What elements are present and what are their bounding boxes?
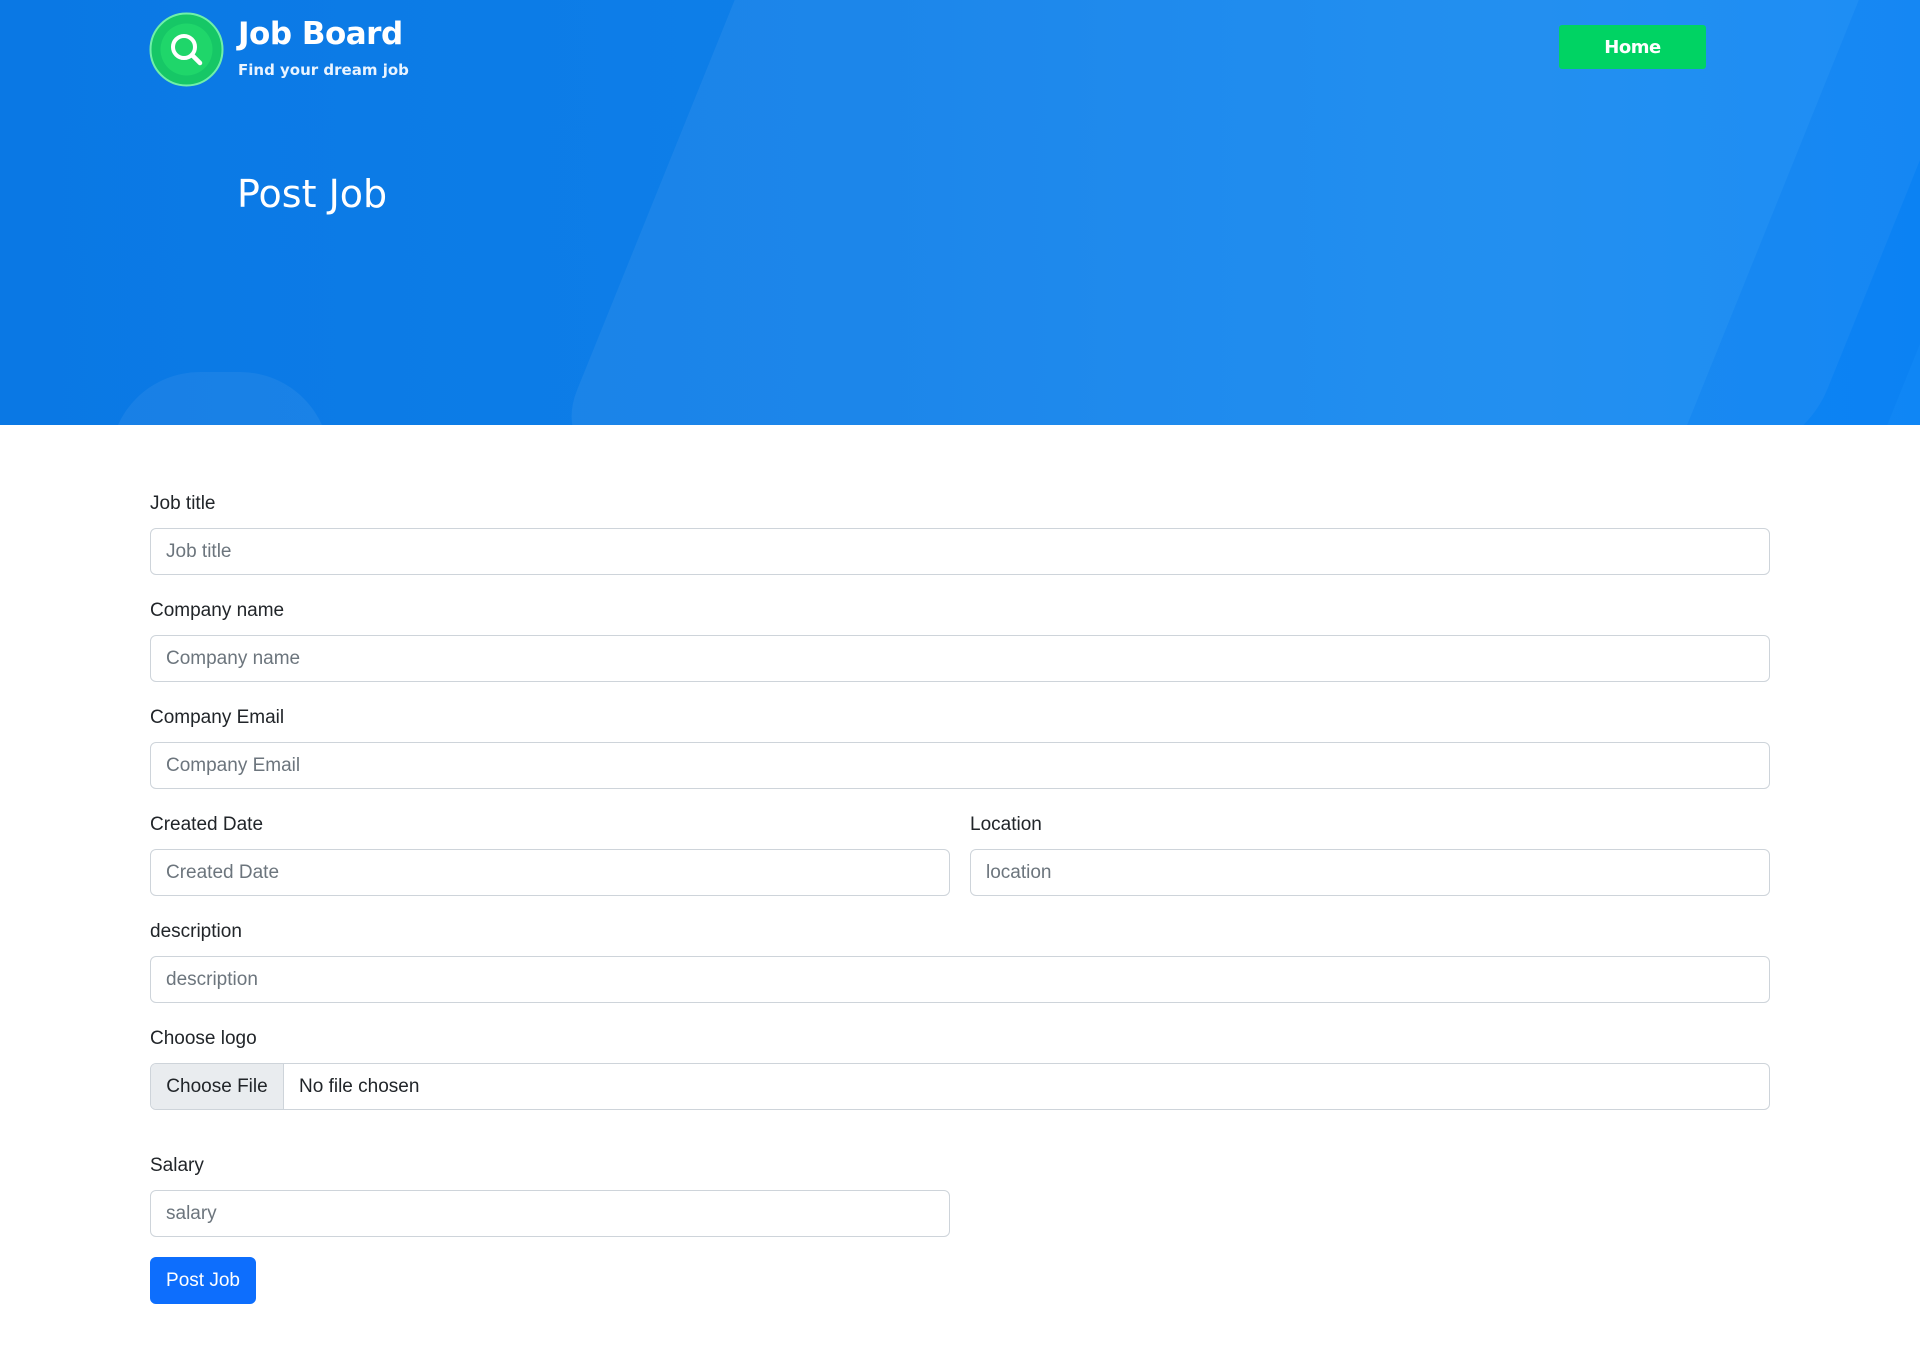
company-name-label: Company name [150,600,285,621]
company-email-label: Company Email [150,707,285,728]
file-status-text: No file chosen [299,1075,420,1097]
job-title-input[interactable] [150,528,1770,575]
page-title: Post Job [237,172,388,216]
salary-input[interactable] [150,1190,950,1237]
location-input[interactable] [970,849,1770,896]
home-button[interactable]: Home [1559,25,1706,69]
location-label: Location [970,814,1042,835]
magnifier-icon [149,12,224,87]
job-title-label: Job title [150,493,216,514]
brand-logo-icon[interactable] [149,12,224,87]
logo-file-input[interactable]: Choose File No file chosen [150,1063,1770,1110]
description-input[interactable] [150,956,1770,1003]
brand-subtitle: Find your dream job [238,61,409,79]
salary-label: Salary [150,1155,204,1176]
brand-title: Job Board [238,16,403,52]
created-date-input[interactable] [150,849,950,896]
description-label: description [150,921,242,942]
company-name-input[interactable] [150,635,1770,682]
hero-decor-shape [110,372,330,425]
choose-file-button[interactable]: Choose File [151,1064,284,1109]
created-date-label: Created Date [150,814,264,835]
hero-banner: Job Board Find your dream job Home Post … [0,0,1920,425]
choose-logo-label: Choose logo [150,1028,257,1049]
post-job-button[interactable]: Post Job [150,1257,256,1304]
company-email-input[interactable] [150,742,1770,789]
